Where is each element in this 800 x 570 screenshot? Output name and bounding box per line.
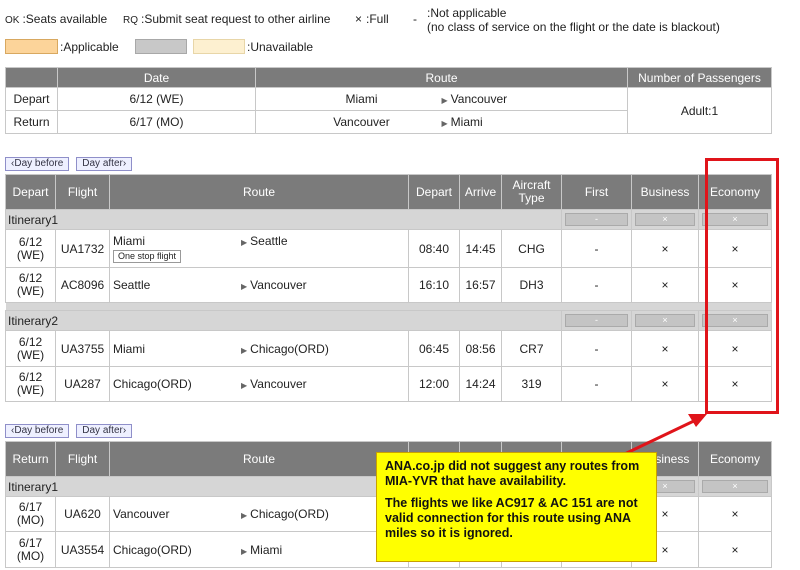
annotation-callout: ANA.co.jp did not suggest any routes fro… (376, 452, 657, 562)
annotation-text-1: ANA.co.jp did not suggest any routes fro… (385, 459, 640, 488)
annotation-text-2: The flights we like AC917 & AC 151 are n… (385, 496, 638, 540)
